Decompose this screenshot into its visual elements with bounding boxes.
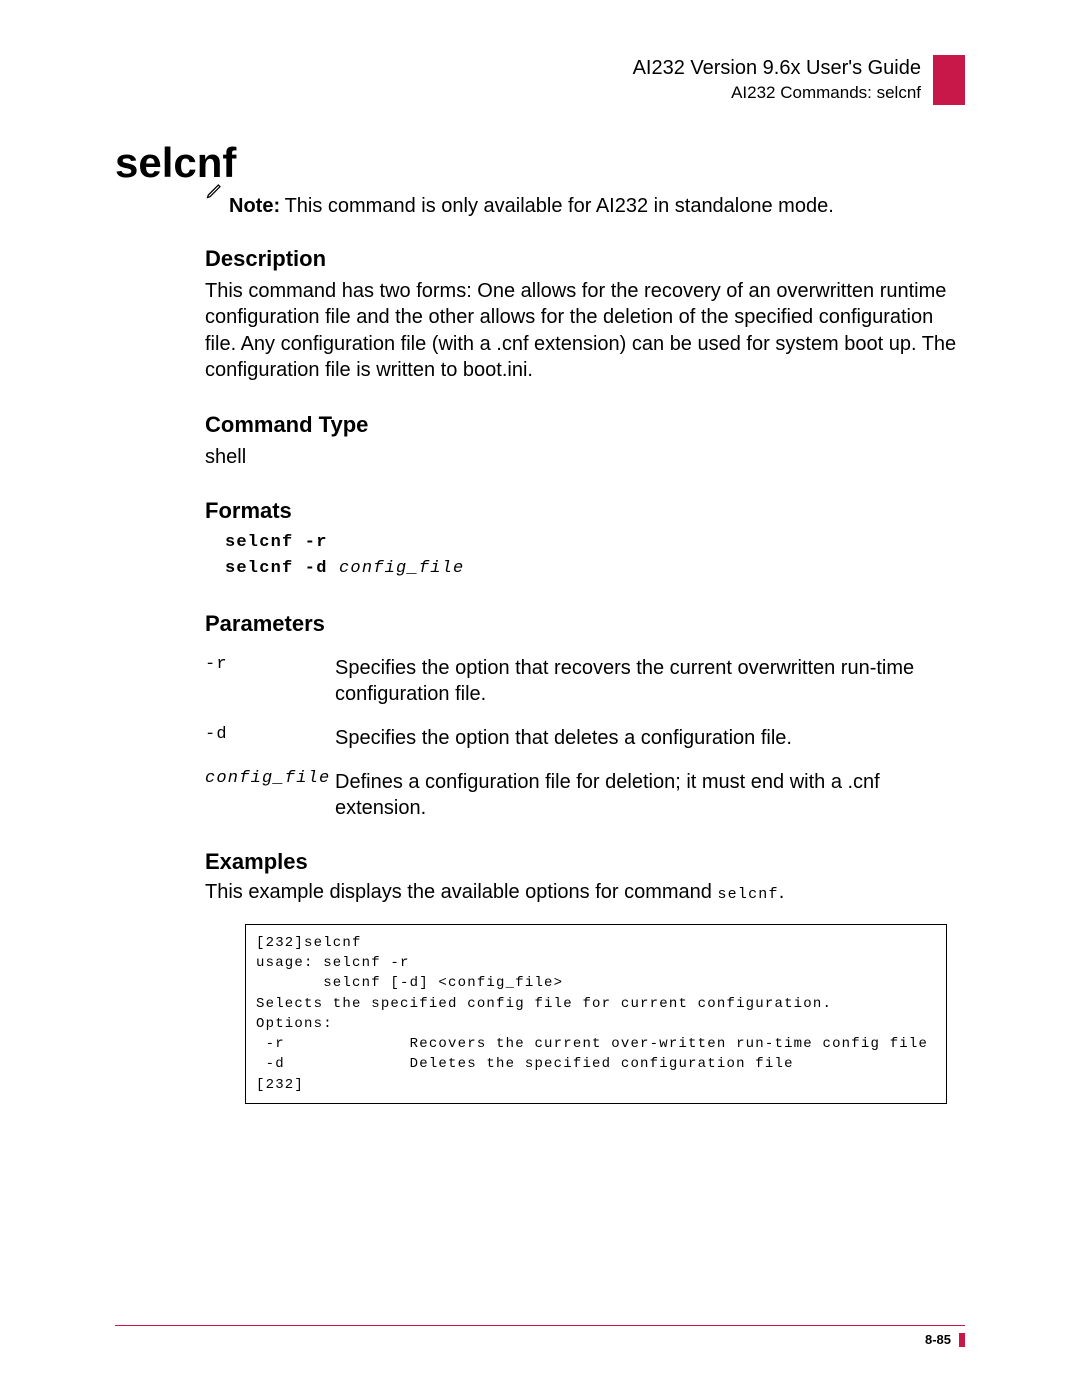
param-row: config_file Defines a configuration file… [205, 769, 965, 821]
header-subtitle: AI232 Commands: selcnf [633, 83, 921, 103]
section-examples-heading: Examples [205, 849, 965, 875]
section-description-body: This command has two forms: One allows f… [205, 278, 965, 384]
example-code-block: [232]selcnf usage: selcnf -r selcnf [-d]… [245, 924, 947, 1104]
param-row: -d Specifies the option that deletes a c… [205, 725, 965, 751]
examples-intro: This example displays the available opti… [205, 881, 965, 904]
examples-intro-code: selcnf [717, 886, 778, 903]
page-header: AI232 Version 9.6x User's Guide AI232 Co… [115, 55, 965, 105]
section-parameters-heading: Parameters [205, 611, 965, 637]
format-line-2-cmd: selcnf -d [225, 559, 328, 578]
pencil-icon [205, 198, 225, 218]
section-description-heading: Description [205, 246, 965, 272]
param-name: -d [205, 725, 335, 744]
param-desc: Specifies the option that deletes a conf… [335, 725, 792, 751]
header-title: AI232 Version 9.6x User's Guide [633, 57, 921, 80]
section-formats-heading: Formats [205, 498, 965, 524]
note-body: This command is only available for AI232… [285, 195, 834, 217]
examples-intro-suffix: . [779, 881, 785, 903]
section-commandtype-heading: Command Type [205, 412, 965, 438]
format-line-2-arg: config_file [339, 559, 464, 578]
command-title: selcnf [115, 139, 965, 187]
footer-accent-block [959, 1333, 965, 1347]
header-text: AI232 Version 9.6x User's Guide AI232 Co… [633, 55, 921, 103]
param-row: -r Specifies the option that recovers th… [205, 655, 965, 707]
param-name: -r [205, 655, 335, 674]
section-commandtype-body: shell [205, 444, 965, 470]
param-name: config_file [205, 769, 335, 788]
param-desc: Defines a configuration file for deletio… [335, 769, 965, 821]
note-label: Note: [229, 195, 280, 217]
page-footer: 8-85 [115, 1325, 965, 1347]
parameters-table: -r Specifies the option that recovers th… [205, 655, 965, 821]
formats-block: selcnf -r selcnf -d config_file [225, 530, 965, 583]
param-desc: Specifies the option that recovers the c… [335, 655, 965, 707]
header-accent-block [933, 55, 965, 105]
note-row: Note: This command is only available for… [205, 195, 965, 218]
examples-intro-prefix: This example displays the available opti… [205, 881, 717, 903]
page: AI232 Version 9.6x User's Guide AI232 Co… [0, 0, 1080, 1397]
footer-page-number: 8-85 [925, 1332, 951, 1347]
format-line-1: selcnf -r [225, 533, 328, 552]
content-body: Note: This command is only available for… [205, 195, 965, 1104]
